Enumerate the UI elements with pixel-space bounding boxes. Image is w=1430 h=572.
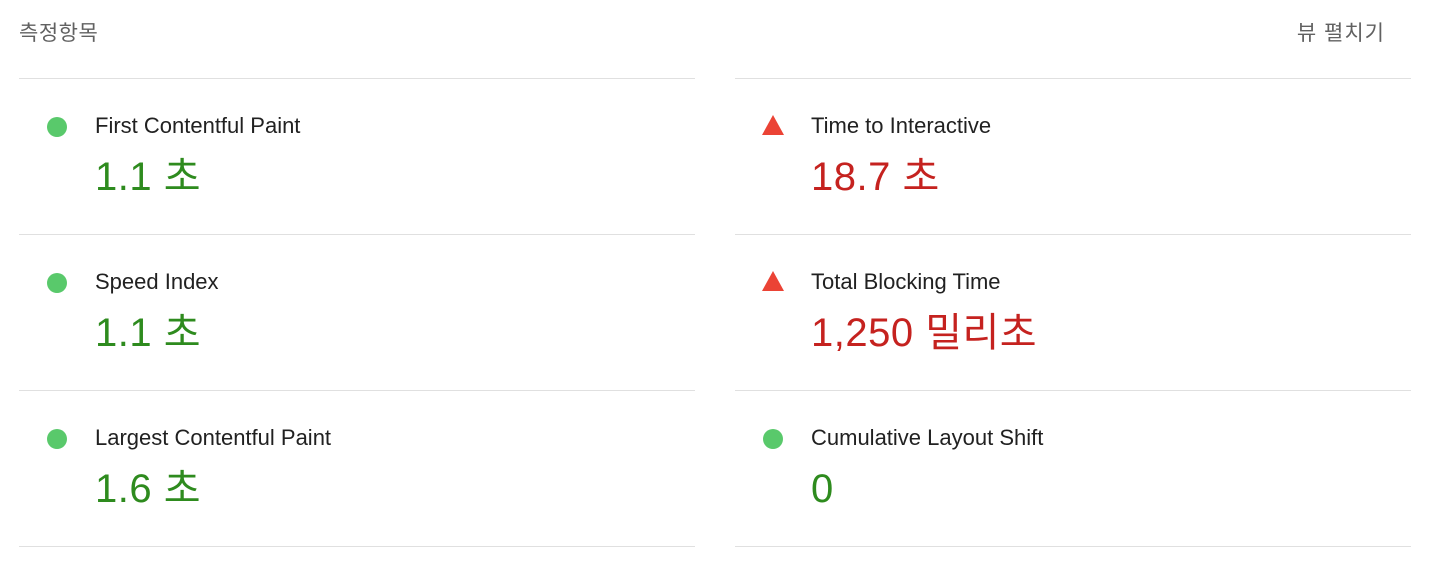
pass-circle-icon [763, 429, 783, 449]
metric-largest-contentful-paint: Largest Contentful Paint 1.6 초 [19, 390, 695, 547]
metric-value: 0 [811, 467, 834, 511]
metric-value: 1.1 초 [95, 155, 202, 199]
pass-circle-icon [47, 429, 67, 449]
expand-view-toggle[interactable]: 뷰 펼치기 [1297, 21, 1385, 47]
metric-total-blocking-time: Total Blocking Time 1,250 밀리초 [735, 234, 1411, 390]
metric-label: Time to Interactive [811, 113, 992, 138]
pass-circle-icon [47, 273, 67, 293]
metric-value: 1.1 초 [95, 311, 202, 355]
metric-label: Speed Index [95, 269, 219, 294]
metric-time-to-interactive: Time to Interactive 18.7 초 [735, 78, 1411, 234]
metric-label: Largest Contentful Paint [95, 425, 332, 450]
metric-cumulative-layout-shift: Cumulative Layout Shift 0 [735, 390, 1411, 547]
metrics-header: 측정항목 뷰 펼치기 [19, 0, 1411, 78]
metric-label: Total Blocking Time [811, 269, 1001, 294]
metric-value: 1.6 초 [95, 467, 202, 511]
metric-label: Cumulative Layout Shift [811, 425, 1044, 450]
metrics-column-left: First Contentful Paint 1.1 초 Speed Index… [19, 78, 695, 547]
metric-label: First Contentful Paint [95, 113, 301, 138]
metrics-column-right: Time to Interactive 18.7 초 Total Blockin… [735, 78, 1411, 547]
metric-first-contentful-paint: First Contentful Paint 1.1 초 [19, 78, 695, 234]
fail-triangle-icon [762, 271, 784, 291]
metric-value: 1,250 밀리초 [811, 311, 1038, 355]
fail-triangle-icon [762, 115, 784, 135]
pass-circle-icon [47, 117, 67, 137]
metrics-title: 측정항목 [19, 22, 99, 45]
metric-value: 18.7 초 [811, 155, 940, 199]
metric-speed-index: Speed Index 1.1 초 [19, 234, 695, 390]
